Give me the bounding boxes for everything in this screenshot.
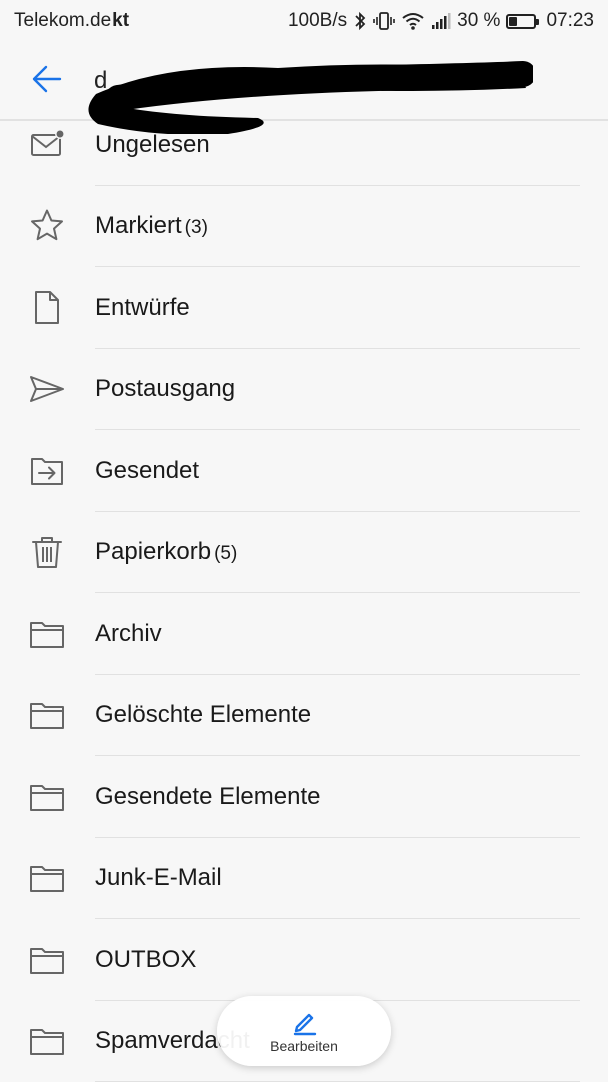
folder-item-outbox[interactable]: OUTBOX: [0, 919, 608, 1001]
folder-list: Ungelesen Markiert (3) Entwürfe Postausg…: [0, 104, 608, 1082]
mail-unread-icon: [28, 126, 66, 164]
edit-button-label: Bearbeiten: [270, 1038, 338, 1054]
folder-icon: [28, 778, 66, 816]
folder-label: Postausgang: [95, 375, 235, 403]
arrow-left-icon: [30, 62, 64, 101]
folder-item-geloeschte-elemente[interactable]: Gelöschte Elemente: [0, 675, 608, 757]
account-title: d: [94, 67, 107, 95]
folder-item-entwuerfe[interactable]: Entwürfe: [0, 267, 608, 349]
bluetooth-icon: [353, 11, 367, 31]
clock: 07:23: [546, 10, 594, 32]
folder-icon: [28, 696, 66, 734]
folder-icon: [28, 615, 66, 653]
folder-item-gesendete-elemente[interactable]: Gesendete Elemente: [0, 756, 608, 838]
pencil-icon: [289, 1006, 319, 1036]
sent-folder-icon: [28, 452, 66, 490]
folder-count: (5): [214, 543, 237, 565]
folder-item-archiv[interactable]: Archiv: [0, 593, 608, 675]
battery-percent: 30 %: [457, 10, 500, 32]
document-icon: [28, 289, 66, 327]
carrier-name: Telekom.de: [14, 10, 111, 32]
folder-item-postausgang[interactable]: Postausgang: [0, 349, 608, 431]
folder-item-gesendet[interactable]: Gesendet: [0, 430, 608, 512]
folder-icon: [28, 941, 66, 979]
wifi-icon: [401, 11, 425, 31]
network-speed: 100B/s: [288, 10, 347, 32]
status-bar: Telekom.dekt 100B/s 30 % 07:23: [0, 0, 608, 42]
vibrate-icon: [373, 11, 395, 31]
folder-label: Papierkorb: [95, 538, 211, 566]
folder-label: OUTBOX: [95, 946, 196, 974]
status-icons: 100B/s 30 % 07:23: [288, 10, 594, 32]
folder-item-ungelesen[interactable]: Ungelesen: [0, 104, 608, 186]
folder-icon: [28, 859, 66, 897]
signal-icon: [431, 12, 451, 30]
battery-icon: [506, 14, 536, 29]
folder-count: (3): [185, 217, 208, 239]
folder-item-papierkorb[interactable]: Papierkorb (5): [0, 512, 608, 594]
folder-label: Gelöschte Elemente: [95, 701, 311, 729]
folder-label: Archiv: [95, 620, 162, 648]
folder-label: Ungelesen: [95, 131, 210, 159]
star-icon: [28, 207, 66, 245]
folder-label: Junk-E-Mail: [95, 864, 222, 892]
folder-label: Gesendete Elemente: [95, 783, 320, 811]
carrier: Telekom.dekt: [14, 10, 129, 32]
folder-label: Entwürfe: [95, 294, 190, 322]
send-icon: [28, 370, 66, 408]
folder-item-markiert[interactable]: Markiert (3): [0, 186, 608, 268]
folder-label: Gesendet: [95, 457, 199, 485]
trash-icon: [28, 533, 66, 571]
folder-icon: [28, 1022, 66, 1060]
battery-level: [509, 17, 517, 26]
folder-item-junk-e-mail[interactable]: Junk-E-Mail: [0, 838, 608, 920]
folder-label: Markiert: [95, 212, 182, 240]
carrier-suffix: kt: [112, 10, 129, 32]
edit-button[interactable]: Bearbeiten: [217, 996, 391, 1066]
